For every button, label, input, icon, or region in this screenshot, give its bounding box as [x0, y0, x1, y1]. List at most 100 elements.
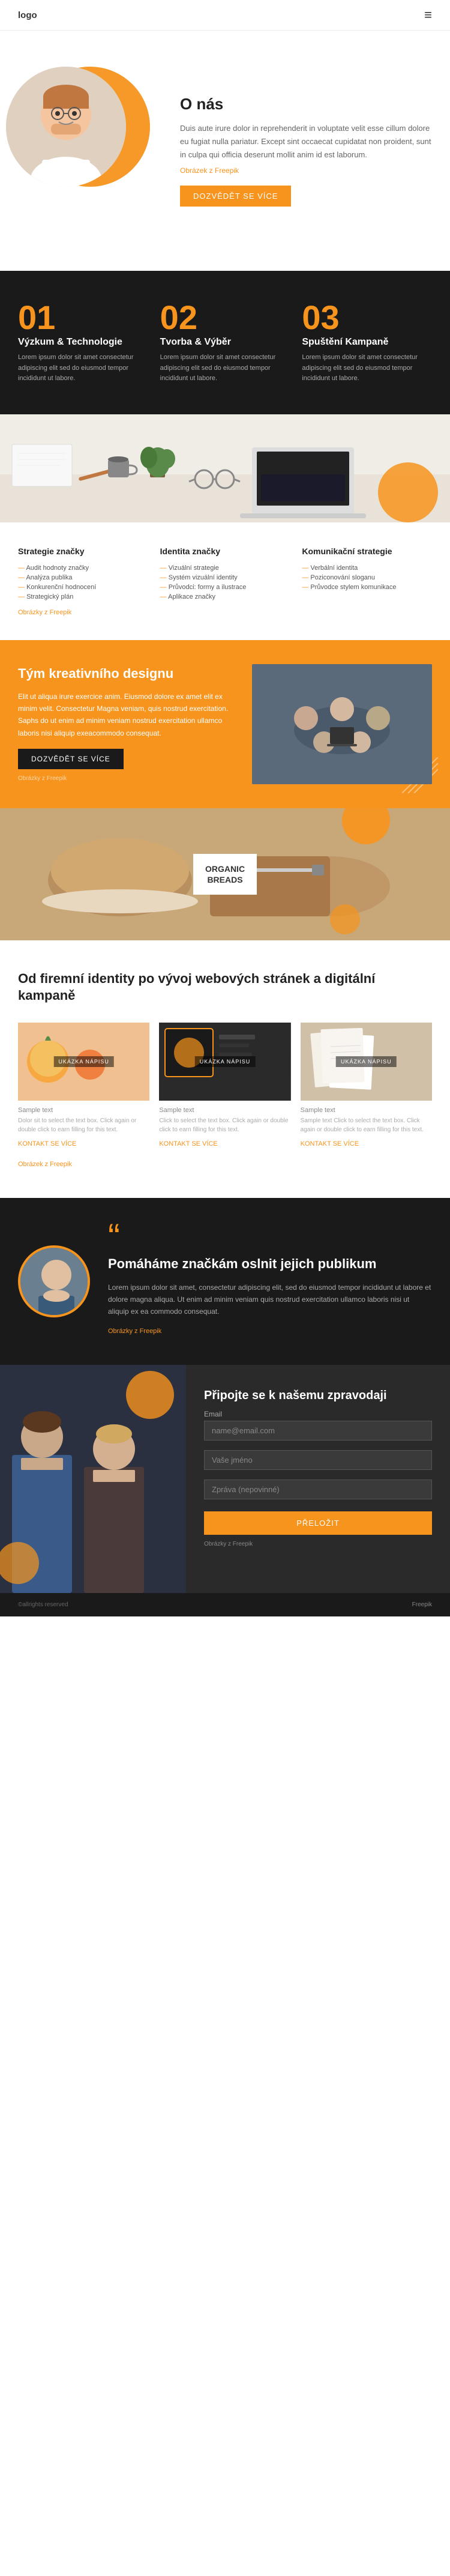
card-comm-item-2: Poziconování sloganu — [302, 573, 432, 582]
creative-text: Elit ut aliqua irure exercice anim. Eius… — [18, 691, 234, 740]
card-comm-strategy: Komunikační strategie Verbální identita … — [302, 546, 432, 616]
sample-1-label: Sample text — [18, 1107, 149, 1114]
card-identity-item-3: Průvodci: formy a ilustrace — [160, 582, 290, 592]
bigimg-circle-2 — [330, 904, 360, 934]
cards-section: Strategie značky Audit hodnoty značky An… — [0, 522, 450, 640]
creative-cta-button[interactable]: DOZVĚDĚT SE VÍCE — [18, 749, 124, 769]
brand-text: Lorem ipsum dolor sit amet, consectetur … — [108, 1281, 432, 1318]
newsletter-title: Připojte se k našemu zpravodaji — [204, 1389, 432, 1403]
bigimg-section: ORGANIC BREADS — [0, 808, 450, 940]
workspace-section — [0, 414, 450, 522]
sample-1-link[interactable]: kontakt se více — [18, 1140, 76, 1147]
card-strategy-list: Audit hodnoty značky Analýza publika Kon… — [18, 563, 148, 602]
card-strategy-item-1: Audit hodnoty značky — [18, 563, 148, 573]
identity-section: Od firemní identity po vývoj webových st… — [0, 940, 450, 1198]
card-strategy-link: Obrázky z Freepik — [18, 609, 148, 616]
card-strategy-freepik-link[interactable]: Obrázky z Freepik — [18, 609, 71, 616]
sample-1: UKÁZKA NÁPISU Sample text Dolor sit to s… — [18, 1023, 149, 1149]
card-identity-item-2: Systém vizuální identity — [160, 573, 290, 582]
newsletter-bg — [0, 1365, 186, 1593]
identity-bottom-link: Obrázek z Freepik — [18, 1161, 432, 1168]
sample-3-image: UKÁZKA NÁPISU — [301, 1023, 432, 1101]
card-comm-list: Verbální identita Poziconování sloganu P… — [302, 563, 432, 592]
navbar: logo ≡ — [0, 0, 450, 31]
brand-section: “ Pomáháme značkám oslnit jejich publiku… — [0, 1198, 450, 1365]
sample-3-link[interactable]: kontakt se více — [301, 1140, 359, 1147]
about-section: O nás Duis aute irure dolor in reprehend… — [0, 31, 450, 271]
newsletter-submit-button[interactable]: PŘELOŽIT — [204, 1511, 432, 1535]
sample-3-text: Sample text Click to select the text box… — [301, 1116, 432, 1134]
step-3-title: Spuštění Kampaně — [302, 337, 432, 348]
about-content: O nás Duis aute irure dolor in reprehend… — [168, 95, 432, 207]
sample-2: UKÁZKA NÁPISU Sample text Click to selec… — [159, 1023, 290, 1149]
creative-section: Tým kreativního designu Elit ut aliqua i… — [0, 640, 450, 808]
about-description: Duis aute irure dolor in reprehenderit i… — [180, 122, 432, 162]
step-1-title: Výzkum & Technologie — [18, 337, 148, 348]
creative-team-image — [252, 664, 432, 784]
creative-link: Obrázky z Freepik — [18, 775, 234, 782]
about-title: O nás — [180, 95, 432, 113]
sample-3-badge: UKÁZKA NÁPISU — [336, 1056, 397, 1067]
step-1-number: 01 — [18, 301, 148, 334]
card-brand-strategy: Strategie značky Audit hodnoty značky An… — [18, 546, 148, 616]
bigimg-label: ORGANIC BREADS — [193, 854, 257, 895]
card-strategy-item-3: Konkurenční hodnocení — [18, 582, 148, 592]
identity-samples: UKÁZKA NÁPISU Sample text Dolor sit to s… — [18, 1023, 432, 1149]
identity-freepik-link[interactable]: Obrázek z Freepik — [18, 1161, 72, 1168]
bigimg-label-line1: ORGANIC — [205, 863, 245, 874]
card-comm-item-1: Verbální identita — [302, 563, 432, 573]
about-image-link: Obrázek z Freepik — [180, 166, 432, 175]
card-identity-item-1: Vizuální strategie — [160, 563, 290, 573]
card-comm-item-3: Průvodce stylem komunikace — [302, 582, 432, 592]
footer: ©allrights reserved Freepik — [0, 1593, 450, 1616]
brand-quote-icon: “ — [108, 1228, 432, 1246]
newsletter-form-wrap: Připojte se k našemu zpravodaji Email PŘ… — [180, 1365, 450, 1571]
creative-title: Tým kreativního designu — [18, 666, 234, 682]
creative-content: Tým kreativního designu Elit ut aliqua i… — [18, 666, 234, 782]
newsletter-freepik-link[interactable]: Obrázky z Freepik — [204, 1541, 253, 1547]
newsletter-footer-link: Obrázky z Freepik — [204, 1541, 432, 1547]
steps-section: 01 Výzkum & Technologie Lorem ipsum dolo… — [0, 271, 450, 414]
sample-2-text: Click to select the text box. Click agai… — [159, 1116, 290, 1134]
sample-1-image: UKÁZKA NÁPISU — [18, 1023, 149, 1101]
step-2-text: Lorem ipsum dolor sit amet consectetur a… — [160, 352, 290, 384]
card-identity-item-4: Aplikace značky — [160, 592, 290, 602]
identity-title: Od firemní identity po vývoj webových st… — [18, 970, 432, 1005]
email-label: Email — [204, 1410, 432, 1418]
card-strategy-item-4: Strategický plán — [18, 592, 148, 602]
creative-freepik-link[interactable]: Obrázky z Freepik — [18, 775, 67, 782]
email-input[interactable] — [204, 1421, 432, 1441]
sample-3: UKÁZKA NÁPISU Sample text Sample text Cl… — [301, 1023, 432, 1149]
brand-freepik-link[interactable]: Obrázky z Freepik — [108, 1328, 161, 1335]
card-comm-title: Komunikační strategie — [302, 546, 432, 556]
newsletter-section: Připojte se k našemu zpravodaji Email PŘ… — [0, 1365, 450, 1593]
card-identity-title: Identita značky — [160, 546, 290, 556]
brand-link: Obrázky z Freepik — [108, 1328, 432, 1335]
step-2-number: 02 — [160, 301, 290, 334]
sample-2-image: UKÁZKA NÁPISU — [159, 1023, 290, 1101]
card-strategy-title: Strategie značky — [18, 546, 148, 556]
sample-2-link[interactable]: kontakt se více — [159, 1140, 217, 1147]
message-input[interactable] — [204, 1480, 432, 1499]
card-strategy-item-2: Analýza publika — [18, 573, 148, 582]
name-input[interactable] — [204, 1450, 432, 1470]
step-3-number: 03 — [302, 301, 432, 334]
about-freepik-link[interactable]: Obrázek z Freepik — [180, 166, 239, 175]
card-identity-list: Vizuální strategie Systém vizuální ident… — [160, 563, 290, 602]
footer-copyright: ©allrights reserved — [18, 1601, 68, 1608]
nav-menu: ≡ — [424, 7, 432, 23]
step-2-title: Tvorba & Výběr — [160, 337, 290, 348]
nav-hamburger[interactable]: ≡ — [424, 7, 432, 23]
sample-2-badge: UKÁZKA NÁPISU — [195, 1056, 256, 1067]
nav-logo: logo — [18, 10, 37, 20]
sample-3-label: Sample text — [301, 1107, 432, 1114]
about-cta-button[interactable]: DOZVĚDĚT SE VÍCE — [180, 186, 291, 207]
step-3: 03 Spuštění Kampaně Lorem ipsum dolor si… — [302, 301, 432, 384]
footer-link[interactable]: Freepik — [412, 1601, 432, 1608]
step-1-text: Lorem ipsum dolor sit amet consectetur a… — [18, 352, 148, 384]
brand-title: Pomáháme značkám oslnit jejich publikum — [108, 1256, 432, 1273]
step-3-text: Lorem ipsum dolor sit amet consectetur a… — [302, 352, 432, 384]
card-brand-identity: Identita značky Vizuální strategie Systé… — [160, 546, 290, 616]
step-1: 01 Výzkum & Technologie Lorem ipsum dolo… — [18, 301, 148, 384]
brand-content: “ Pomáháme značkám oslnit jejich publiku… — [108, 1228, 432, 1335]
